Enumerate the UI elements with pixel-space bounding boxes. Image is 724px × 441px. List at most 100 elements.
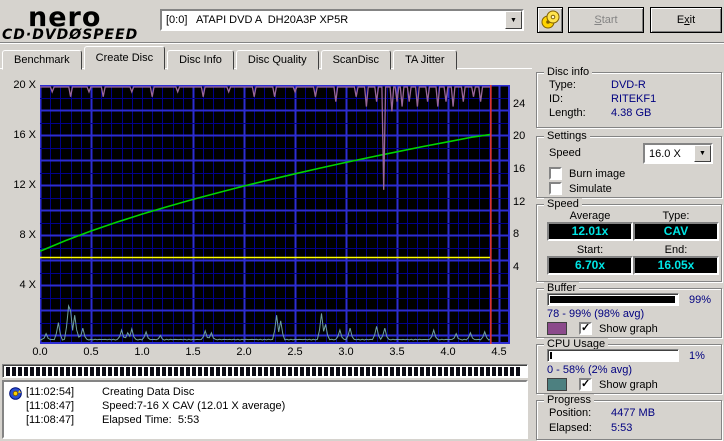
cpu-group: CPU Usage 1% 0 - 58% (2% avg) ✓ Show gra… [536, 344, 722, 394]
y-right-tick-label: 20 [513, 130, 535, 142]
position-bar-segment [192, 367, 196, 376]
log-time: [11:02:54] [26, 386, 84, 398]
simulate-label: Simulate [569, 183, 612, 195]
start-speed-display: 6.70x [547, 256, 633, 275]
position-bar-segment [258, 367, 262, 376]
buffer-show-graph-checkbox[interactable]: ✓ [579, 322, 592, 335]
position-bar-segment [12, 367, 16, 376]
position-bar-segment [132, 367, 136, 376]
y-left-tick-label: 8 X [0, 229, 36, 241]
position-bar-segment [264, 367, 268, 376]
disc-type-label: Type: [549, 79, 576, 91]
burn-image-label: Burn image [569, 168, 625, 180]
position-bar-segment [498, 367, 502, 376]
position-bar-segment [384, 367, 388, 376]
tab-disc-info[interactable]: Disc Info [167, 50, 234, 70]
disc-id-label: ID: [549, 93, 563, 105]
options-button[interactable] [537, 7, 563, 33]
x-tick-label: 0.5 [76, 346, 106, 358]
drive-select[interactable]: [0:0] ATAPI DVD A DH20A3P XP5R ▼ [160, 9, 524, 31]
settings-title: Settings [544, 130, 590, 142]
tab-ta-jitter[interactable]: TA Jitter [393, 50, 457, 70]
position-bar-segment [366, 367, 370, 376]
write-position-bar [2, 364, 528, 378]
position-bar-segment [402, 367, 406, 376]
speed-select-label: Speed [549, 147, 581, 159]
position-bar-segment [486, 367, 490, 376]
position-bar-segment [186, 367, 190, 376]
start-button[interactable]: Start [568, 7, 644, 33]
tab-benchmark[interactable]: Benchmark [2, 50, 82, 70]
position-bar-segment [378, 367, 382, 376]
cdvdspeed-logo: CD·DVDØSPEED [2, 27, 138, 43]
x-tick-label: 3.5 [382, 346, 412, 358]
position-bar-segment [444, 367, 448, 376]
buffer-range: 78 - 99% (98% avg) [547, 308, 644, 320]
x-tick-label: 4.0 [433, 346, 463, 358]
position-bar-segment [330, 367, 334, 376]
position-bar-segment [30, 367, 34, 376]
x-tick-label: 0.0 [25, 346, 55, 358]
x-axis-labels: 0.00.51.01.52.02.53.03.54.04.5 [40, 346, 520, 360]
position-bar-segment [234, 367, 238, 376]
disc-info-title: Disc info [544, 66, 592, 78]
position-bar-segment [450, 367, 454, 376]
discs-icon [540, 10, 560, 30]
y-left-tick-label: 20 X [0, 79, 36, 91]
chart-canvas [40, 85, 510, 344]
speed-group: Speed Average Type: 12.01x CAV Start: En… [536, 204, 722, 282]
y-right-tick-label: 8 [513, 228, 535, 240]
position-bar-segment [390, 367, 394, 376]
tab-scandisc[interactable]: ScanDisc [321, 50, 391, 70]
position-bar-segment [468, 367, 472, 376]
simulate-checkbox[interactable] [549, 182, 562, 195]
y-right-tick-label: 4 [513, 261, 535, 273]
position-bar-segment [150, 367, 154, 376]
position-bar-segment [144, 367, 148, 376]
buffer-percent: 99% [689, 294, 711, 306]
position-bar-segment [78, 367, 82, 376]
elapsed-value: 5:53 [611, 422, 632, 434]
position-bar-segment [354, 367, 358, 376]
position-bar-segment [36, 367, 40, 376]
disc-type-value: DVD-R [611, 79, 646, 91]
y-left-tick-label: 4 X [0, 279, 36, 291]
exit-button-label: Exit [677, 14, 695, 26]
position-bar-segment [216, 367, 220, 376]
burn-image-checkbox[interactable] [549, 167, 562, 180]
drive-select-dropdown-button[interactable]: ▼ [505, 11, 522, 29]
chevron-down-icon: ▼ [699, 150, 706, 157]
position-bar-segment [414, 367, 418, 376]
position-bar-segment [66, 367, 70, 376]
y-right-tick-label: 12 [513, 196, 535, 208]
disc-glyph-icon: Ø [69, 27, 82, 43]
tab-create-disc[interactable]: Create Disc [84, 46, 165, 70]
position-bar-segment [270, 367, 274, 376]
speed-select[interactable]: 16.0 X ▼ [643, 143, 713, 164]
position-bar-segment [168, 367, 172, 376]
log-text: Elapsed Time: 5:53 [102, 414, 199, 426]
position-bar-segment [300, 367, 304, 376]
position-bar-segment [210, 367, 214, 376]
settings-group: Settings Speed 16.0 X ▼ Burn image Simul… [536, 136, 722, 198]
y-left-tick-label: 16 X [0, 129, 36, 141]
tab-disc-quality[interactable]: Disc Quality [236, 50, 319, 70]
position-bar-segment [294, 367, 298, 376]
position-bar-segment [312, 367, 316, 376]
cpu-usage-fill [550, 352, 552, 359]
cpu-color-swatch [547, 378, 567, 391]
position-bar-segment [396, 367, 400, 376]
cpu-show-graph-checkbox[interactable]: ✓ [579, 378, 592, 391]
position-bar-segment [138, 367, 142, 376]
exit-button[interactable]: Exit [650, 7, 722, 33]
position-bar-segment [42, 367, 46, 376]
progress-title: Progress [544, 394, 594, 406]
position-bar-segment [438, 367, 442, 376]
position-bar-segment [324, 367, 328, 376]
tab-bar: BenchmarkCreate DiscDisc InfoDisc Qualit… [2, 48, 459, 70]
speed-select-dropdown-button[interactable]: ▼ [694, 145, 711, 162]
elapsed-label: Elapsed: [549, 422, 592, 434]
position-bar-segment [18, 367, 22, 376]
position-bar-segment [510, 367, 514, 376]
position-bar-segment [54, 367, 58, 376]
